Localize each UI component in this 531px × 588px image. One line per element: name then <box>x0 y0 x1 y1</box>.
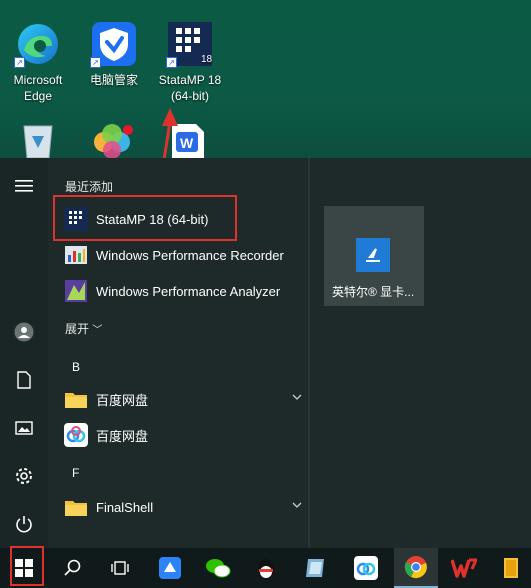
taskbar-app-baidu-netdisk[interactable] <box>344 548 388 588</box>
chevron-down-icon[interactable] <box>292 502 302 508</box>
app-item-baidu-netdisk[interactable]: 百度网盘 <box>58 418 308 452</box>
group-letter-b[interactable]: B <box>72 360 80 374</box>
hamburger-icon <box>15 180 33 192</box>
scrollbar[interactable] <box>308 158 310 548</box>
performance-recorder-icon <box>64 243 88 267</box>
chrome-icon <box>404 556 427 579</box>
expand-label: 展开 <box>65 322 90 336</box>
app-item-wpa[interactable]: Windows Performance Analyzer <box>58 274 308 308</box>
highlight-box <box>53 195 237 241</box>
chevron-down-icon: ﹀ <box>92 325 103 336</box>
wps-logo-icon <box>451 558 477 578</box>
taskbar-app-notes[interactable] <box>294 548 338 588</box>
taskbar <box>0 548 531 588</box>
performance-analyzer-icon <box>64 279 88 303</box>
chevron-down-icon[interactable] <box>292 394 302 400</box>
group-letter-f[interactable]: F <box>72 466 79 480</box>
user-account-button[interactable] <box>0 312 48 352</box>
user-avatar-icon <box>14 322 34 342</box>
folder-item-baidu[interactable]: 百度网盘 <box>58 382 308 416</box>
expand-button[interactable]: 展开 ﹀ <box>65 320 102 337</box>
taskbar-app-wps[interactable] <box>442 548 486 588</box>
app-item-label: FinalShell <box>96 499 154 515</box>
folder-item-finalshell[interactable]: FinalShell <box>58 490 308 524</box>
taskbar-app-feishu[interactable] <box>148 548 192 588</box>
settings-button[interactable] <box>0 456 48 496</box>
taskbar-app-chrome[interactable] <box>394 548 438 588</box>
app-item-wpr[interactable]: Windows Performance Recorder <box>58 238 308 272</box>
document-icon <box>17 371 31 389</box>
tile-label: 英特尔® 显卡... <box>332 285 415 299</box>
highlight-box <box>10 546 44 586</box>
search-icon <box>64 559 81 576</box>
picture-icon <box>15 421 33 435</box>
qq-penguin-icon <box>258 559 274 579</box>
power-button[interactable] <box>0 504 48 544</box>
folder-icon <box>64 495 88 519</box>
pictures-button[interactable] <box>0 408 48 448</box>
hamburger-menu-button[interactable] <box>0 166 48 206</box>
gear-icon <box>16 468 32 484</box>
folder-icon <box>64 387 88 411</box>
app-item-label: 百度网盘 <box>96 428 149 444</box>
wechat-icon <box>206 559 231 578</box>
baidu-netdisk-icon <box>64 423 88 447</box>
task-view-icon <box>111 561 129 575</box>
taskbar-app-qq[interactable] <box>244 548 288 588</box>
intel-graphics-icon <box>356 238 390 272</box>
documents-button[interactable] <box>0 360 48 400</box>
start-rail <box>0 158 48 548</box>
taskbar-app-wechat[interactable] <box>196 548 240 588</box>
app-blue-icon <box>159 557 181 579</box>
taskbar-app-explorer[interactable] <box>490 548 531 588</box>
notebook-icon <box>306 559 324 577</box>
search-button[interactable] <box>50 548 94 588</box>
folder-icon <box>503 558 518 578</box>
baidu-netdisk-icon <box>354 556 378 580</box>
recent-header: 最近添加 <box>65 180 114 194</box>
tile-intel-graphics[interactable]: 英特尔® 显卡... <box>324 206 424 306</box>
app-item-label: Windows Performance Analyzer <box>96 283 281 299</box>
task-view-button[interactable] <box>98 548 142 588</box>
app-item-label: 百度网盘 <box>96 392 149 408</box>
tile-area: 英特尔® 显卡... <box>313 158 531 548</box>
power-icon <box>16 516 32 533</box>
app-item-label: Windows Performance Recorder <box>96 247 284 263</box>
